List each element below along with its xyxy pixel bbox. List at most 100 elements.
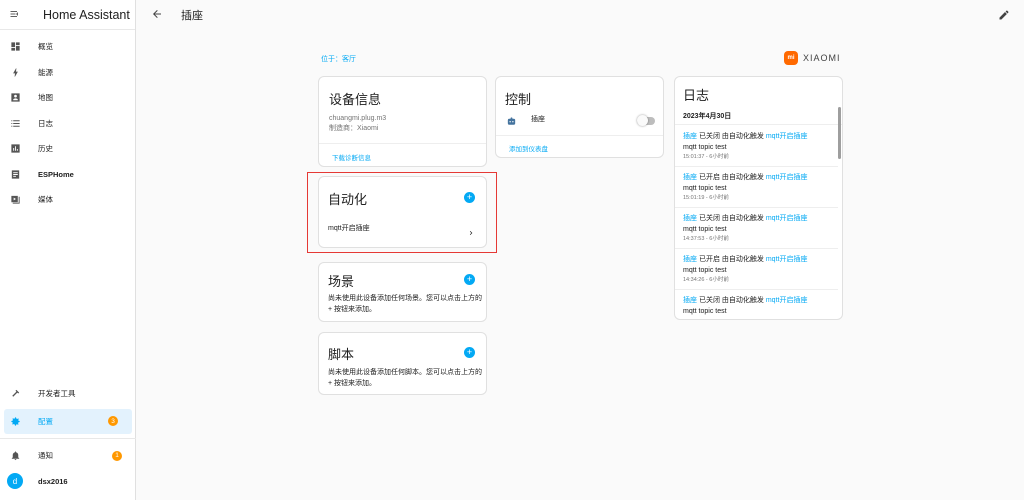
- log-line: 插座 已关闭 由自动化触发 mqtt开启插座: [683, 131, 828, 142]
- logbook-list: 插座 已关闭 由自动化触发 mqtt开启插座 mqtt topic test 1…: [675, 126, 838, 319]
- log-line: 插座 已开启 由自动化触发 mqtt开启插座: [683, 254, 828, 265]
- log-automation-link[interactable]: mqtt开启插座: [766, 174, 808, 181]
- log-entity-link[interactable]: 插座: [683, 297, 697, 304]
- log-line: 插座 已关闭 由自动化触发 mqtt开启插座: [683, 295, 828, 306]
- log-detail: mqtt topic test: [683, 185, 727, 192]
- log-time: 14:37:53 - 6小时前: [683, 236, 729, 242]
- sidebar-item-energy[interactable]: 能源: [0, 60, 135, 86]
- log-entity-link[interactable]: 插座: [683, 133, 697, 140]
- log-detail: mqtt topic test: [683, 308, 727, 315]
- logbook-date: 2023年4月30日: [683, 113, 732, 120]
- toggle-knob: [637, 115, 648, 126]
- menu-collapse-icon[interactable]: [9, 8, 23, 22]
- add-to-dashboard-link[interactable]: 添加到仪表盘: [509, 143, 548, 153]
- log-time: 14:34:26 - 6小时前: [683, 277, 729, 283]
- control-title: 控制: [505, 92, 532, 107]
- log-entry: 插座 已关闭 由自动化触发 mqtt开启插座 mqtt topic test 1…: [675, 126, 838, 167]
- device-info-title: 设备信息: [329, 92, 382, 107]
- sidebar-item-config[interactable]: 配置 3: [4, 408, 132, 434]
- esphome-icon: [9, 168, 21, 180]
- control-card: 控制 插座 添加到仪表盘: [495, 76, 664, 158]
- scene-description: 尚未使用此设备添加任何场景。您可以点击上方的 + 按钮来添加。: [328, 295, 482, 313]
- log-entry: 插座 已关闭 由自动化触发 mqtt开启插座 mqtt topic test: [675, 290, 838, 319]
- log-time: 15:01:37 - 6小时前: [683, 154, 729, 160]
- scene-title: 场景: [328, 274, 355, 289]
- log-detail: mqtt topic test: [683, 144, 727, 151]
- highlight-box: [307, 172, 497, 253]
- log-action: 已关闭 由自动化触发: [697, 297, 766, 304]
- sidebar: Home Assistant 概览 能源 地图 日志 历史 ESPHome 媒体…: [0, 0, 136, 500]
- map-icon: [9, 92, 21, 104]
- sidebar-header: Home Assistant: [0, 0, 135, 30]
- script-description: 尚未使用此设备添加任何脚本。您可以点击上方的 + 按钮来添加。: [328, 369, 482, 387]
- log-time: 15:01:19 - 6小时前: [683, 195, 729, 201]
- sidebar-item-notifications[interactable]: 通知 1: [0, 443, 136, 469]
- sidebar-item-label: 能源: [38, 67, 53, 77]
- sidebar-item-logbook[interactable]: 日志: [0, 111, 135, 137]
- sidebar-item-label: ESPHome: [38, 169, 74, 179]
- download-diagnostics-link[interactable]: 下载诊断信息: [332, 152, 371, 162]
- sidebar-item-map[interactable]: 地图: [0, 85, 135, 111]
- notifications-badge: 1: [112, 450, 122, 461]
- bell-icon: [9, 450, 21, 462]
- device-info-card: 设备信息 chuangmi.plug.m3 制造商：Xiaomi 下载诊断信息: [318, 76, 487, 167]
- entity-name[interactable]: 插座: [531, 114, 545, 125]
- log-automation-link[interactable]: mqtt开启插座: [766, 133, 808, 140]
- log-entity-link[interactable]: 插座: [683, 215, 697, 222]
- gear-icon: [9, 415, 21, 427]
- log-automation-link[interactable]: mqtt开启插座: [766, 256, 808, 263]
- sidebar-item-media[interactable]: 媒体: [0, 187, 135, 213]
- log-entity-link[interactable]: 插座: [683, 256, 697, 263]
- log-entity-link[interactable]: 插座: [683, 174, 697, 181]
- scene-card: 场景 + 尚未使用此设备添加任何场景。您可以点击上方的 + 按钮来添加。: [318, 262, 487, 322]
- sidebar-item-profile[interactable]: d dsx2016: [0, 469, 136, 495]
- sidebar-item-history[interactable]: 历史: [0, 136, 135, 162]
- card-divider: [496, 135, 663, 136]
- log-line: 插座 已关闭 由自动化触发 mqtt开启插座: [683, 213, 828, 224]
- card-divider: [319, 143, 486, 144]
- chart-icon: [9, 143, 21, 155]
- sidebar-item-developer-tools[interactable]: 开发者工具: [0, 381, 136, 407]
- entity-toggle[interactable]: [637, 115, 655, 126]
- add-script-button[interactable]: +: [464, 347, 475, 358]
- sidebar-item-label: 历史: [38, 144, 53, 154]
- hammer-icon: [9, 388, 21, 400]
- area-link[interactable]: 位于：客厅: [321, 54, 356, 64]
- sidebar-item-label: 地图: [38, 93, 53, 103]
- card-divider: [675, 124, 842, 125]
- avatar: d: [7, 473, 23, 490]
- sidebar-item-label: 开发者工具: [38, 389, 76, 399]
- log-entry: 插座 已关闭 由自动化触发 mqtt开启插座 mqtt topic test 1…: [675, 208, 838, 249]
- sidebar-item-label: 概览: [38, 42, 53, 52]
- sidebar-item-esphome[interactable]: ESPHome: [0, 162, 135, 188]
- log-action: 已开启 由自动化触发: [697, 174, 766, 181]
- log-detail: mqtt topic test: [683, 267, 727, 274]
- robot-icon: [506, 114, 517, 132]
- log-detail: mqtt topic test: [683, 226, 727, 233]
- brand-logo: mi XIAOMI: [784, 51, 841, 65]
- list-icon: [9, 117, 21, 129]
- script-card: 脚本 + 尚未使用此设备添加任何脚本。您可以点击上方的 + 按钮来添加。: [318, 332, 487, 395]
- media-icon: [9, 194, 21, 206]
- scrollbar[interactable]: [838, 107, 841, 159]
- log-automation-link[interactable]: mqtt开启插座: [766, 297, 808, 304]
- log-entry: 插座 已开启 由自动化触发 mqtt开启插座 mqtt topic test 1…: [675, 167, 838, 208]
- page-title: 插座: [181, 10, 203, 22]
- log-automation-link[interactable]: mqtt开启插座: [766, 215, 808, 222]
- brand-name: XIAOMI: [803, 53, 841, 63]
- user-name: dsx2016: [38, 476, 68, 486]
- log-entry: 插座 已开启 由自动化触发 mqtt开启插座 mqtt topic test 1…: [675, 249, 838, 290]
- sidebar-item-label: 通知: [38, 451, 53, 461]
- xiaomi-logo-icon: mi: [784, 51, 798, 65]
- log-line: 插座 已开启 由自动化触发 mqtt开启插座: [683, 172, 828, 183]
- dashboard-icon: [9, 41, 21, 53]
- add-scene-button[interactable]: +: [464, 274, 475, 285]
- script-title: 脚本: [328, 347, 355, 362]
- sidebar-item-label: 日志: [38, 118, 53, 128]
- back-arrow-icon[interactable]: [151, 8, 165, 22]
- logbook-title: 日志: [683, 88, 710, 103]
- pencil-icon[interactable]: [998, 9, 1010, 21]
- logbook-card: 日志 2023年4月30日 插座 已关闭 由自动化触发 mqtt开启插座 mqt…: [674, 76, 843, 320]
- top-bar: 插座: [137, 0, 1024, 30]
- sidebar-item-overview[interactable]: 概览: [0, 34, 135, 60]
